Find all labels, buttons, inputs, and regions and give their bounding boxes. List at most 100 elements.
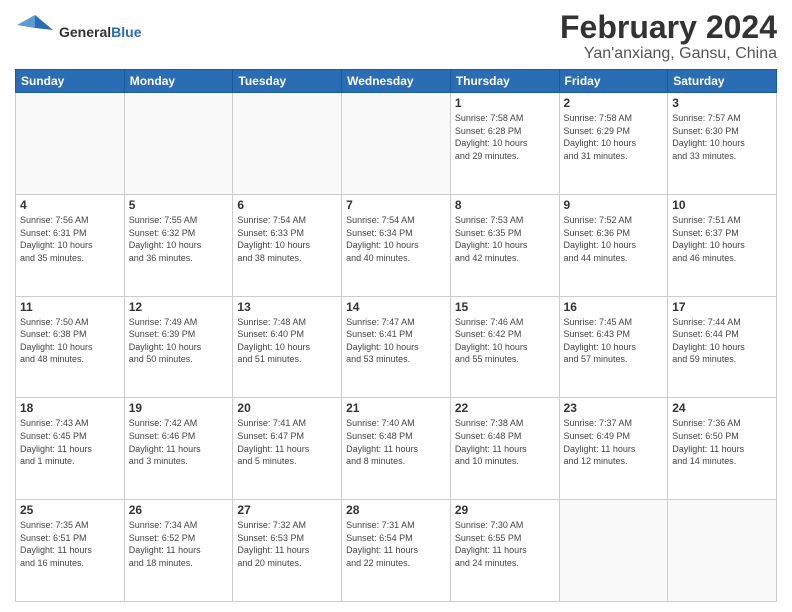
day-number: 16 xyxy=(564,300,664,314)
day-number: 2 xyxy=(564,96,664,110)
day-number: 23 xyxy=(564,401,664,415)
day-number: 14 xyxy=(346,300,446,314)
day-number: 5 xyxy=(129,198,229,212)
logo-bird-icon xyxy=(15,10,55,55)
calendar-cell: 20 Sunrise: 7:41 AMSunset: 6:47 PMDayligh… xyxy=(233,398,342,500)
day-number: 12 xyxy=(129,300,229,314)
location-title: Yan'anxiang, Gansu, China xyxy=(560,45,777,63)
day-info: Sunrise: 7:52 AMSunset: 6:36 PMDaylight:… xyxy=(564,214,664,264)
day-info: Sunrise: 7:51 AMSunset: 6:37 PMDaylight:… xyxy=(672,214,772,264)
day-info: Sunrise: 7:42 AMSunset: 6:46 PMDaylight:… xyxy=(129,417,229,467)
day-number: 17 xyxy=(672,300,772,314)
day-number: 19 xyxy=(129,401,229,415)
calendar-week-row: 1 Sunrise: 7:58 AMSunset: 6:28 PMDaylight… xyxy=(16,93,777,195)
calendar-cell: 7 Sunrise: 7:54 AMSunset: 6:34 PMDaylight… xyxy=(342,194,451,296)
calendar-cell: 9 Sunrise: 7:52 AMSunset: 6:36 PMDaylight… xyxy=(559,194,668,296)
weekday-header-row: Sunday Monday Tuesday Wednesday Thursday… xyxy=(16,70,777,93)
day-info: Sunrise: 7:37 AMSunset: 6:49 PMDaylight:… xyxy=(564,417,664,467)
page: GeneralBlue February 2024 Yan'anxiang, G… xyxy=(0,0,792,612)
day-info: Sunrise: 7:58 AMSunset: 6:28 PMDaylight:… xyxy=(455,112,555,162)
calendar-cell: 19 Sunrise: 7:42 AMSunset: 6:46 PMDayligh… xyxy=(124,398,233,500)
day-info: Sunrise: 7:54 AMSunset: 6:33 PMDaylight:… xyxy=(237,214,337,264)
calendar-cell: 27 Sunrise: 7:32 AMSunset: 6:53 PMDayligh… xyxy=(233,500,342,602)
day-info: Sunrise: 7:50 AMSunset: 6:38 PMDaylight:… xyxy=(20,316,120,366)
day-info: Sunrise: 7:34 AMSunset: 6:52 PMDaylight:… xyxy=(129,519,229,569)
day-info: Sunrise: 7:43 AMSunset: 6:45 PMDaylight:… xyxy=(20,417,120,467)
day-number: 21 xyxy=(346,401,446,415)
day-number: 1 xyxy=(455,96,555,110)
calendar-cell: 12 Sunrise: 7:49 AMSunset: 6:39 PMDayligh… xyxy=(124,296,233,398)
calendar-cell: 13 Sunrise: 7:48 AMSunset: 6:40 PMDayligh… xyxy=(233,296,342,398)
calendar-cell: 29 Sunrise: 7:30 AMSunset: 6:55 PMDayligh… xyxy=(450,500,559,602)
calendar-cell: 22 Sunrise: 7:38 AMSunset: 6:48 PMDayligh… xyxy=(450,398,559,500)
calendar-cell: 23 Sunrise: 7:37 AMSunset: 6:49 PMDayligh… xyxy=(559,398,668,500)
day-info: Sunrise: 7:40 AMSunset: 6:48 PMDaylight:… xyxy=(346,417,446,467)
calendar-cell: 11 Sunrise: 7:50 AMSunset: 6:38 PMDayligh… xyxy=(16,296,125,398)
calendar-week-row: 18 Sunrise: 7:43 AMSunset: 6:45 PMDayligh… xyxy=(16,398,777,500)
day-number: 7 xyxy=(346,198,446,212)
day-info: Sunrise: 7:45 AMSunset: 6:43 PMDaylight:… xyxy=(564,316,664,366)
day-info: Sunrise: 7:41 AMSunset: 6:47 PMDaylight:… xyxy=(237,417,337,467)
day-number: 13 xyxy=(237,300,337,314)
calendar-week-row: 11 Sunrise: 7:50 AMSunset: 6:38 PMDayligh… xyxy=(16,296,777,398)
calendar-cell: 10 Sunrise: 7:51 AMSunset: 6:37 PMDayligh… xyxy=(668,194,777,296)
day-number: 28 xyxy=(346,503,446,517)
header-saturday: Saturday xyxy=(668,70,777,93)
calendar-cell: 15 Sunrise: 7:46 AMSunset: 6:42 PMDayligh… xyxy=(450,296,559,398)
logo-blue: Blue xyxy=(111,24,141,40)
calendar-cell xyxy=(124,93,233,195)
calendar-cell: 18 Sunrise: 7:43 AMSunset: 6:45 PMDayligh… xyxy=(16,398,125,500)
day-info: Sunrise: 7:54 AMSunset: 6:34 PMDaylight:… xyxy=(346,214,446,264)
day-info: Sunrise: 7:53 AMSunset: 6:35 PMDaylight:… xyxy=(455,214,555,264)
day-info: Sunrise: 7:56 AMSunset: 6:31 PMDaylight:… xyxy=(20,214,120,264)
calendar-cell: 2 Sunrise: 7:58 AMSunset: 6:29 PMDaylight… xyxy=(559,93,668,195)
calendar-cell xyxy=(233,93,342,195)
day-number: 26 xyxy=(129,503,229,517)
calendar-week-row: 4Sunrise: 7:56 AMSunset: 6:31 PMDaylight… xyxy=(16,194,777,296)
day-number: 15 xyxy=(455,300,555,314)
calendar-cell: 21 Sunrise: 7:40 AMSunset: 6:48 PMDayligh… xyxy=(342,398,451,500)
header-wednesday: Wednesday xyxy=(342,70,451,93)
calendar-cell: 8 Sunrise: 7:53 AMSunset: 6:35 PMDaylight… xyxy=(450,194,559,296)
day-number: 20 xyxy=(237,401,337,415)
day-info: Sunrise: 7:49 AMSunset: 6:39 PMDaylight:… xyxy=(129,316,229,366)
day-info: Sunrise: 7:47 AMSunset: 6:41 PMDaylight:… xyxy=(346,316,446,366)
day-info: Sunrise: 7:46 AMSunset: 6:42 PMDaylight:… xyxy=(455,316,555,366)
header-thursday: Thursday xyxy=(450,70,559,93)
calendar-cell xyxy=(16,93,125,195)
day-info: Sunrise: 7:55 AMSunset: 6:32 PMDaylight:… xyxy=(129,214,229,264)
title-section: February 2024 Yan'anxiang, Gansu, China xyxy=(560,10,777,63)
day-info: Sunrise: 7:38 AMSunset: 6:48 PMDaylight:… xyxy=(455,417,555,467)
header: GeneralBlue February 2024 Yan'anxiang, G… xyxy=(15,10,777,63)
day-number: 3 xyxy=(672,96,772,110)
day-number: 25 xyxy=(20,503,120,517)
day-number: 10 xyxy=(672,198,772,212)
day-number: 27 xyxy=(237,503,337,517)
day-info: Sunrise: 7:58 AMSunset: 6:29 PMDaylight:… xyxy=(564,112,664,162)
logo-text-block: GeneralBlue xyxy=(59,25,141,40)
day-info: Sunrise: 7:35 AMSunset: 6:51 PMDaylight:… xyxy=(20,519,120,569)
day-number: 24 xyxy=(672,401,772,415)
day-number: 18 xyxy=(20,401,120,415)
day-info: Sunrise: 7:32 AMSunset: 6:53 PMDaylight:… xyxy=(237,519,337,569)
logo-general: General xyxy=(59,24,111,40)
day-number: 11 xyxy=(20,300,120,314)
day-number: 22 xyxy=(455,401,555,415)
calendar-cell: 14 Sunrise: 7:47 AMSunset: 6:41 PMDayligh… xyxy=(342,296,451,398)
day-info: Sunrise: 7:30 AMSunset: 6:55 PMDaylight:… xyxy=(455,519,555,569)
day-info: Sunrise: 7:36 AMSunset: 6:50 PMDaylight:… xyxy=(672,417,772,467)
header-friday: Friday xyxy=(559,70,668,93)
calendar-cell: 6Sunrise: 7:54 AMSunset: 6:33 PMDaylight… xyxy=(233,194,342,296)
day-number: 8 xyxy=(455,198,555,212)
calendar-cell: 5 Sunrise: 7:55 AMSunset: 6:32 PMDaylight… xyxy=(124,194,233,296)
day-info: Sunrise: 7:48 AMSunset: 6:40 PMDaylight:… xyxy=(237,316,337,366)
logo: GeneralBlue xyxy=(15,10,141,55)
calendar-week-row: 25 Sunrise: 7:35 AMSunset: 6:51 PMDayligh… xyxy=(16,500,777,602)
day-number: 9 xyxy=(564,198,664,212)
calendar-cell: 25 Sunrise: 7:35 AMSunset: 6:51 PMDayligh… xyxy=(16,500,125,602)
calendar-cell xyxy=(668,500,777,602)
day-number: 29 xyxy=(455,503,555,517)
day-info: Sunrise: 7:44 AMSunset: 6:44 PMDaylight:… xyxy=(672,316,772,366)
calendar-cell: 16 Sunrise: 7:45 AMSunset: 6:43 PMDayligh… xyxy=(559,296,668,398)
calendar-cell: 3Sunrise: 7:57 AMSunset: 6:30 PMDaylight… xyxy=(668,93,777,195)
